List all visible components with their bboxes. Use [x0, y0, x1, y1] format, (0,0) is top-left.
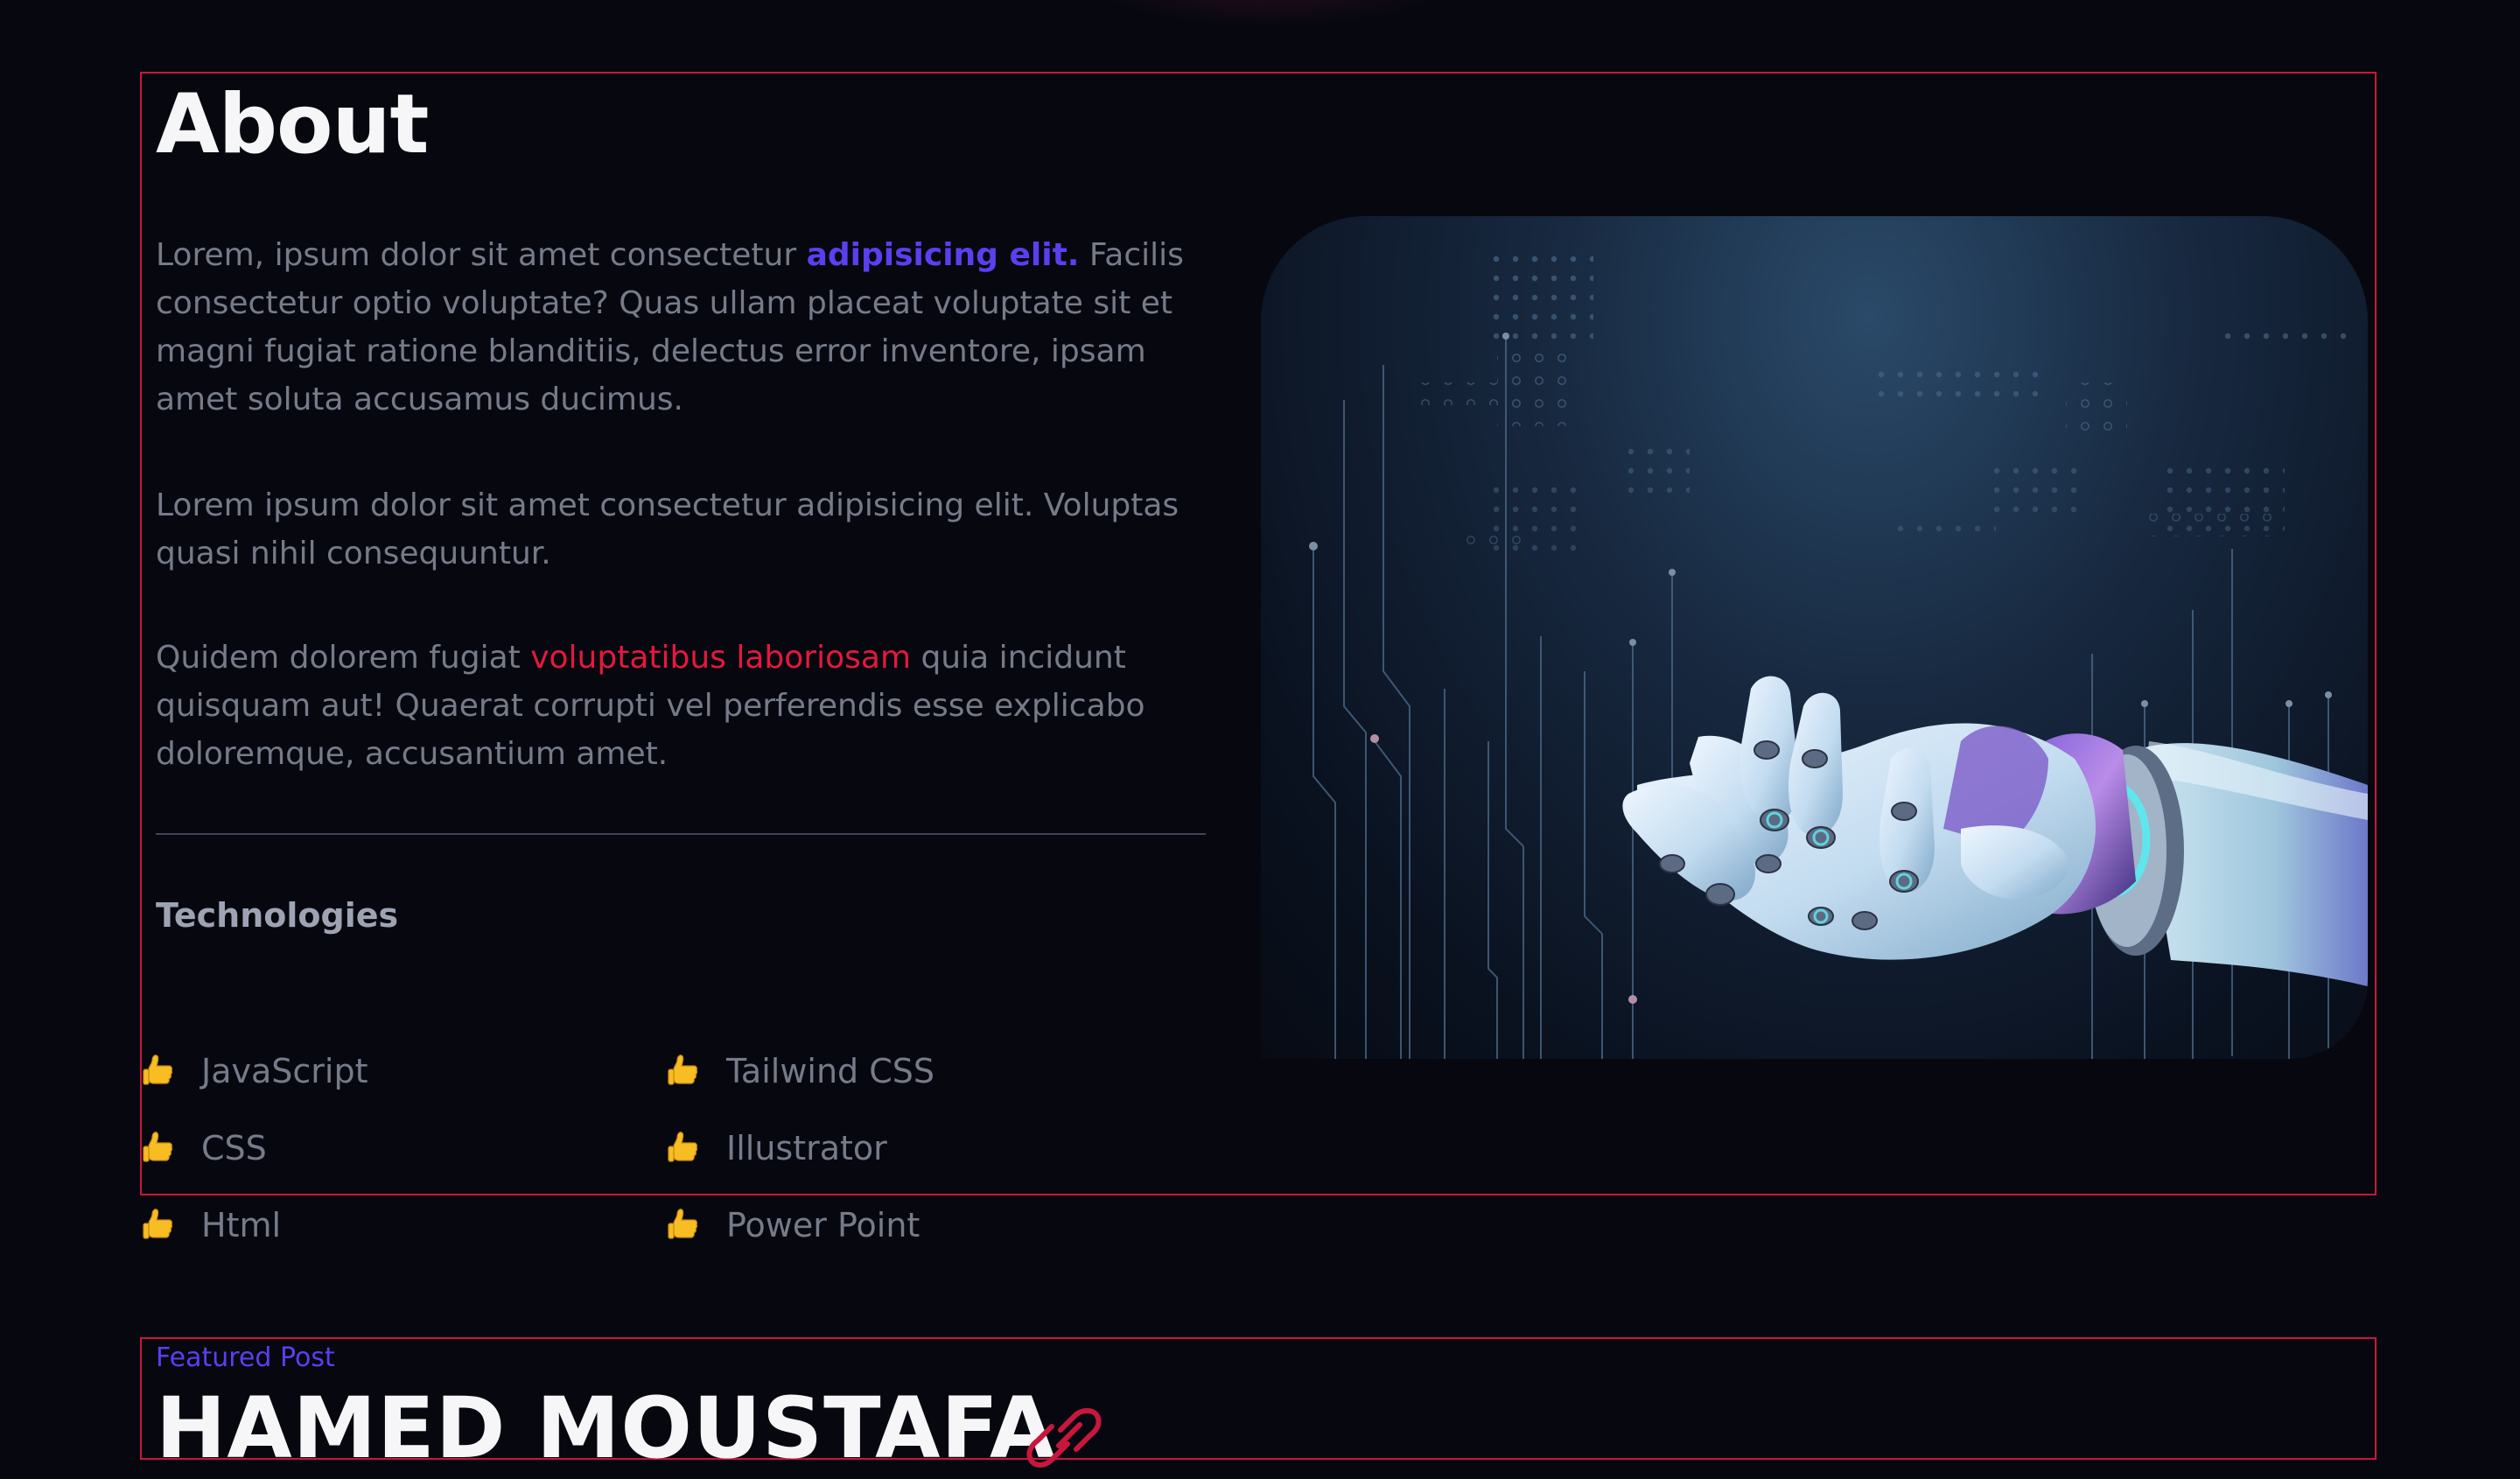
about-section: About Lorem, ipsum dolor sit amet consec… — [140, 72, 2376, 1244]
featured-post-label: Featured Post — [156, 1342, 335, 1373]
technology-item: Power Point — [667, 1199, 1157, 1251]
featured-post-section: Featured Post HAMED MOUSTAFA — [140, 1337, 2376, 1477]
paragraph-1-highlight: adipisicing elit. — [806, 237, 1080, 273]
paragraph-1-text-start: Lorem, ipsum dolor sit amet consectetur — [156, 237, 807, 273]
technology-item: Html — [142, 1199, 632, 1251]
technology-label: Html — [201, 1206, 282, 1244]
paragraph-3-text-start: Quidem dolorem fugiat — [156, 640, 531, 676]
technology-item: JavaScript — [142, 1045, 632, 1097]
thumbs-up-icon — [143, 1132, 173, 1162]
featured-post-title: HAMED MOUSTAFA — [156, 1379, 1056, 1477]
about-paragraph-2: Lorem ipsum dolor sit amet consectetur a… — [156, 487, 1180, 571]
paragraph-3-highlight: voluptatibus laboriosam — [530, 640, 912, 676]
about-paragraph-3: Quidem dolorem fugiat voluptatibus labor… — [156, 634, 1214, 778]
thumbs-up-icon — [668, 1209, 698, 1239]
thumbs-up-icon — [143, 1209, 173, 1239]
technology-item: Illustrator — [667, 1122, 1157, 1174]
technology-item: CSS — [142, 1122, 632, 1174]
robot-hand-image — [1261, 216, 2368, 1059]
thumbs-up-icon — [143, 1055, 173, 1085]
robot-hand-illustration — [1309, 242, 2368, 1059]
robot-hand — [1622, 676, 2368, 986]
technology-label: JavaScript — [201, 1052, 368, 1090]
technology-item: Tailwind CSS — [667, 1045, 1157, 1097]
technologies-heading: Technologies — [156, 896, 399, 935]
thumbs-up-icon — [668, 1055, 698, 1085]
background-glow — [1094, 0, 1444, 26]
link-icon[interactable] — [1026, 1391, 1122, 1479]
about-title: About — [156, 77, 429, 172]
technology-label: CSS — [201, 1129, 267, 1167]
thumbs-up-icon — [668, 1132, 698, 1162]
technology-label: Power Point — [726, 1206, 920, 1244]
technology-label: Tailwind CSS — [726, 1052, 935, 1090]
about-paragraph-1: Lorem, ipsum dolor sit amet consectetur … — [156, 231, 1214, 424]
section-divider — [156, 833, 1206, 835]
technology-label: Illustrator — [726, 1129, 887, 1167]
